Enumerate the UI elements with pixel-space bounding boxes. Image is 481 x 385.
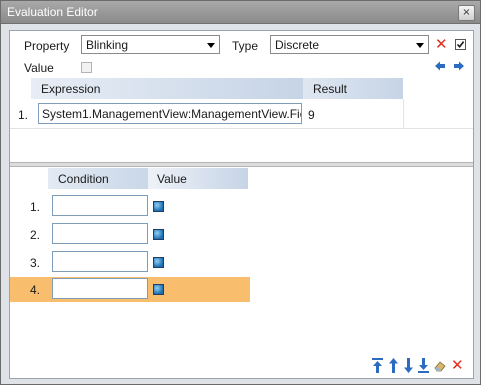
condition-input[interactable] <box>52 195 148 216</box>
condition-row: 3. <box>10 249 250 275</box>
move-up-icon[interactable] <box>387 357 400 374</box>
condition-row: 2. <box>10 221 250 247</box>
splitter[interactable] <box>10 162 473 167</box>
editor-content: Property Blinking Type Discrete ✕ Value … <box>9 30 474 379</box>
condition-row-selected[interactable]: 4. <box>10 277 250 302</box>
move-down-icon[interactable] <box>402 357 415 374</box>
value-color-icon[interactable] <box>153 257 164 268</box>
result-column-header[interactable]: Result <box>303 78 403 99</box>
value-color-icon[interactable] <box>153 284 164 295</box>
value-color-icon[interactable] <box>153 229 164 240</box>
arrow-right-icon[interactable] <box>453 60 465 72</box>
result-value: 9 <box>308 108 315 122</box>
evaluation-editor-window: Evaluation Editor × Property Blinking Ty… <box>0 0 481 385</box>
type-value: Discrete <box>275 38 320 52</box>
type-dropdown[interactable]: Discrete <box>270 35 429 54</box>
move-to-bottom-icon[interactable] <box>417 357 430 374</box>
type-label: Type <box>232 39 259 53</box>
close-button[interactable]: × <box>458 5 475 21</box>
value-checkbox[interactable] <box>81 62 92 73</box>
delete-icon[interactable]: ✕ <box>435 37 448 52</box>
condition-column-header[interactable]: Condition <box>48 168 148 189</box>
condition-input[interactable] <box>52 251 148 272</box>
type-checkbox[interactable] <box>455 39 466 50</box>
eraser-icon[interactable] <box>433 357 446 374</box>
chevron-down-icon <box>416 43 424 48</box>
property-label: Property <box>24 39 70 53</box>
property-dropdown[interactable]: Blinking <box>81 35 220 54</box>
remove-icon[interactable]: ✕ <box>451 358 464 373</box>
expression-row-index: 1. <box>17 108 28 122</box>
title-bar: Evaluation Editor × <box>1 1 480 24</box>
expression-input[interactable]: System1.ManagementView:ManagementView.Fi… <box>38 103 302 124</box>
condition-row: 1. <box>10 193 250 219</box>
checkmark-icon <box>456 41 465 49</box>
condition-input[interactable] <box>52 278 148 299</box>
column-divider <box>403 99 404 128</box>
condition-input[interactable] <box>52 223 148 244</box>
arrow-left-icon[interactable] <box>434 60 446 72</box>
window-title: Evaluation Editor <box>7 5 98 19</box>
property-value: Blinking <box>86 38 129 52</box>
value-label: Value <box>24 61 54 75</box>
move-to-top-icon[interactable] <box>371 357 384 374</box>
chevron-down-icon <box>207 43 215 48</box>
close-icon: × <box>462 7 471 18</box>
expression-row: 1. System1.ManagementView:ManagementView… <box>10 99 473 129</box>
value-color-icon[interactable] <box>153 201 164 212</box>
value-column-header[interactable]: Value <box>148 168 248 189</box>
expression-column-header[interactable]: Expression <box>31 78 303 99</box>
